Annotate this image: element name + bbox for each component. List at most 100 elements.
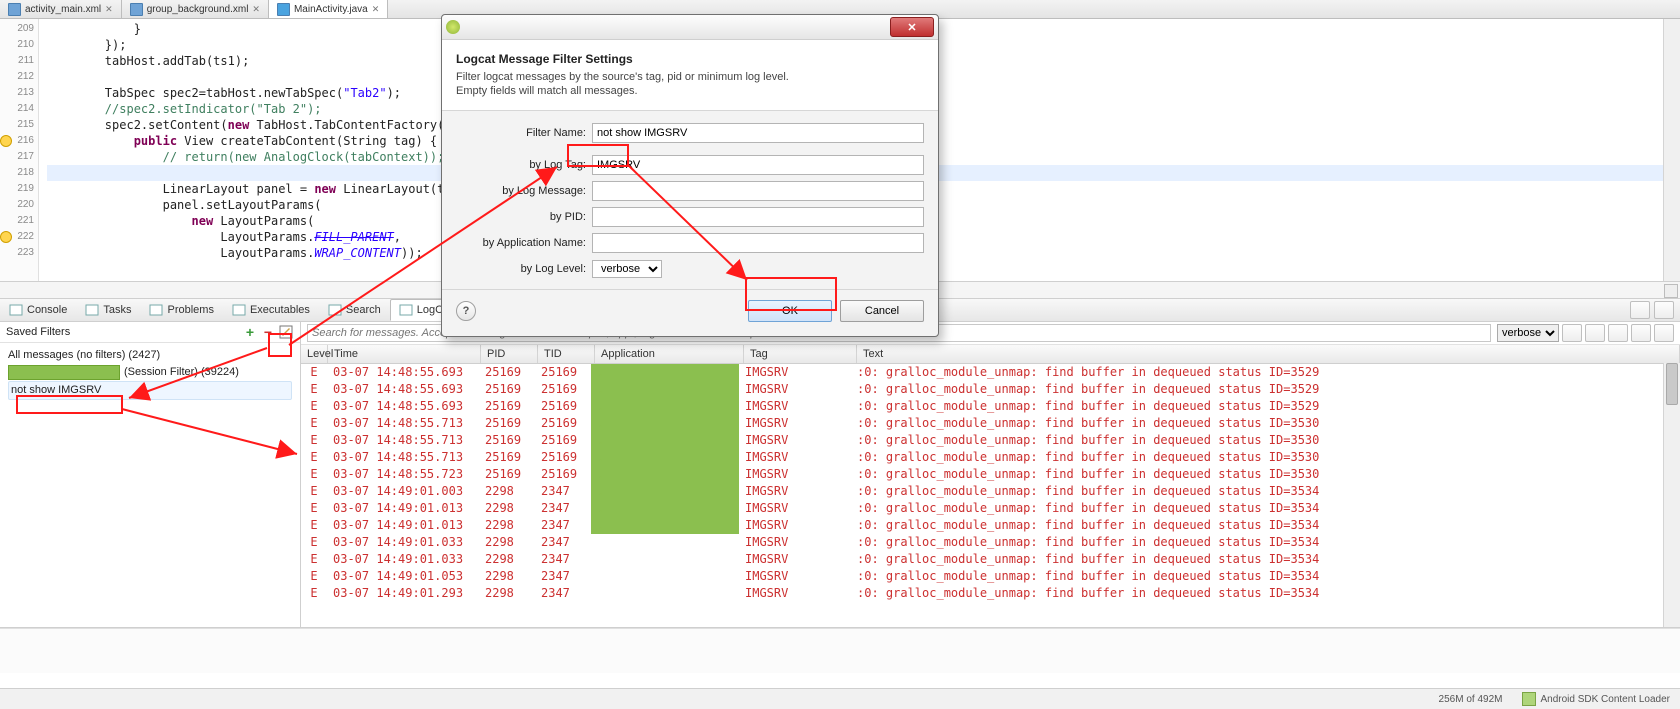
cancel-button[interactable]: Cancel [840,300,924,322]
cell-tid: 25169 [535,449,591,466]
tab-label: Problems [167,304,213,316]
cell-tag: IMGSRV [739,500,851,517]
loader-status: Android SDK Content Loader [1540,694,1670,705]
tab-label: Executables [250,304,310,316]
column-header[interactable]: Level [301,345,328,363]
column-header[interactable]: PID [481,345,538,363]
log-row[interactable]: E03-07 14:49:01.00322982347.IMGSRV:0: gr… [301,483,1680,500]
column-header[interactable]: TID [538,345,595,363]
line-number: 212 [0,69,38,85]
editor-tab[interactable]: group_background.xml✕ [122,0,269,18]
cell-tid: 25169 [535,398,591,415]
filter-label: All messages (no filters) (2427) [8,347,160,364]
log-row[interactable]: E03-07 14:48:55.6932516925169.IMGSRV:0: … [301,398,1680,415]
log-table-header[interactable]: LevelTimePIDTIDApplicationTagText [301,345,1680,364]
view-tab[interactable]: Console [0,299,76,321]
log-tag-input[interactable] [592,155,924,175]
log-row[interactable]: E03-07 14:48:55.7132516925169.IMGSRV:0: … [301,449,1680,466]
cell-level: E [301,483,327,500]
scroll-lock-icon[interactable] [1631,324,1651,342]
cell-tid: 2347 [535,551,591,568]
file-icon [8,3,21,16]
log-row[interactable]: E03-07 14:48:55.7132516925169.IMGSRV:0: … [301,415,1680,432]
log-row[interactable]: E03-07 14:49:01.03322982347IMGSRV:0: gra… [301,534,1680,551]
column-header[interactable]: Application [595,345,744,363]
pid-input[interactable] [592,207,924,227]
editor-tab[interactable]: activity_main.xml✕ [0,0,122,18]
cell-tid: 25169 [535,466,591,483]
cell-time: 03-07 14:48:55.723 [327,466,479,483]
remove-filter-icon[interactable]: − [260,324,276,340]
close-icon[interactable]: ✕ [252,4,260,15]
down-icon[interactable] [1654,324,1674,342]
log-message-input[interactable] [592,181,924,201]
ok-button[interactable]: OK [748,300,832,322]
line-number: 214 [0,101,38,117]
cell-text: :0: gralloc_module_unmap: find buffer in… [851,568,1680,585]
log-level-label: by Log Level: [456,263,592,275]
cell-level: E [301,432,327,449]
dialog-close-button[interactable]: ✕ [890,17,934,37]
log-level-dialog-select[interactable]: verbose [592,260,662,278]
log-row[interactable]: E03-07 14:48:55.7132516925169.IMGSRV:0: … [301,432,1680,449]
saved-filters-panel: Saved Filters + − All messages (no filte… [0,322,301,627]
cell-tid: 2347 [535,568,591,585]
log-row[interactable]: E03-07 14:49:01.01322982347.IMGSRV:0: gr… [301,500,1680,517]
log-row[interactable]: E03-07 14:48:55.6932516925169.IMGSRV:0: … [301,381,1680,398]
cell-tid: 25169 [535,415,591,432]
filter-label: not show IMGSRV [11,382,101,399]
cell-application: . [591,483,739,500]
saved-filters-title: Saved Filters [6,326,70,338]
log-vscroll[interactable] [1663,363,1680,627]
maximize-icon[interactable] [1654,301,1674,319]
tab-icon [232,303,246,317]
log-row[interactable]: E03-07 14:48:55.6932516925169.IMGSRV:0: … [301,364,1680,381]
log-row[interactable]: E03-07 14:48:55.7232516925169.IMGSRV:0: … [301,466,1680,483]
cell-application: . [591,466,739,483]
log-row[interactable]: E03-07 14:49:01.01322982347.IMGSRV:0: gr… [301,517,1680,534]
log-row[interactable]: E03-07 14:49:01.05322982347IMGSRV:0: gra… [301,568,1680,585]
view-tab[interactable]: Executables [223,299,319,321]
app-name-input[interactable] [592,233,924,253]
tab-icon [85,303,99,317]
filter-name-input[interactable] [592,123,924,143]
column-header[interactable]: Time [328,345,481,363]
cell-pid: 2298 [479,517,535,534]
dialog-titlebar[interactable]: ✕ [442,15,938,40]
cell-application: . [591,432,739,449]
log-table-body[interactable]: E03-07 14:48:55.6932516925169.IMGSRV:0: … [301,364,1680,602]
column-header[interactable]: Tag [744,345,857,363]
edit-filter-icon[interactable] [278,324,294,340]
view-tab[interactable]: Tasks [76,299,140,321]
save-log-icon[interactable] [1562,324,1582,342]
minimize-icon[interactable] [1630,301,1650,319]
cell-text: :0: gralloc_module_unmap: find buffer in… [851,466,1680,483]
filter-row[interactable]: not show IMGSRV [8,381,292,400]
cell-time: 03-07 14:48:55.713 [327,449,479,466]
help-icon[interactable]: ? [456,301,476,321]
filter-row[interactable]: (Session Filter) (39224) [8,364,292,381]
log-row[interactable]: E03-07 14:49:01.03322982347IMGSRV:0: gra… [301,551,1680,568]
cell-text: :0: gralloc_module_unmap: find buffer in… [851,415,1680,432]
export-log-icon[interactable] [1608,324,1628,342]
log-row[interactable]: E03-07 14:49:01.29322982347IMGSRV:0: gra… [301,585,1680,602]
cell-level: E [301,551,327,568]
cell-pid: 25169 [479,381,535,398]
close-icon[interactable]: ✕ [105,4,113,15]
tab-icon [399,303,413,317]
scroll-right-icon[interactable] [1664,284,1678,298]
column-header[interactable]: Text [857,345,1680,363]
editor-scrollbar[interactable] [1663,19,1680,281]
add-filter-icon[interactable]: + [242,324,258,340]
editor-tab[interactable]: MainActivity.java✕ [269,0,388,18]
close-icon[interactable]: ✕ [372,4,380,15]
filter-row[interactable]: All messages (no filters) (2427) [8,347,292,364]
view-tab[interactable]: Search [319,299,390,321]
cell-tag: IMGSRV [739,466,851,483]
clear-log-icon[interactable] [1585,324,1605,342]
tab-label: Tasks [103,304,131,316]
tab-label: Search [346,304,381,316]
status-bar: 256M of 492M Android SDK Content Loader [0,688,1680,709]
view-tab[interactable]: Problems [140,299,222,321]
log-level-select[interactable]: verbose [1497,324,1559,342]
